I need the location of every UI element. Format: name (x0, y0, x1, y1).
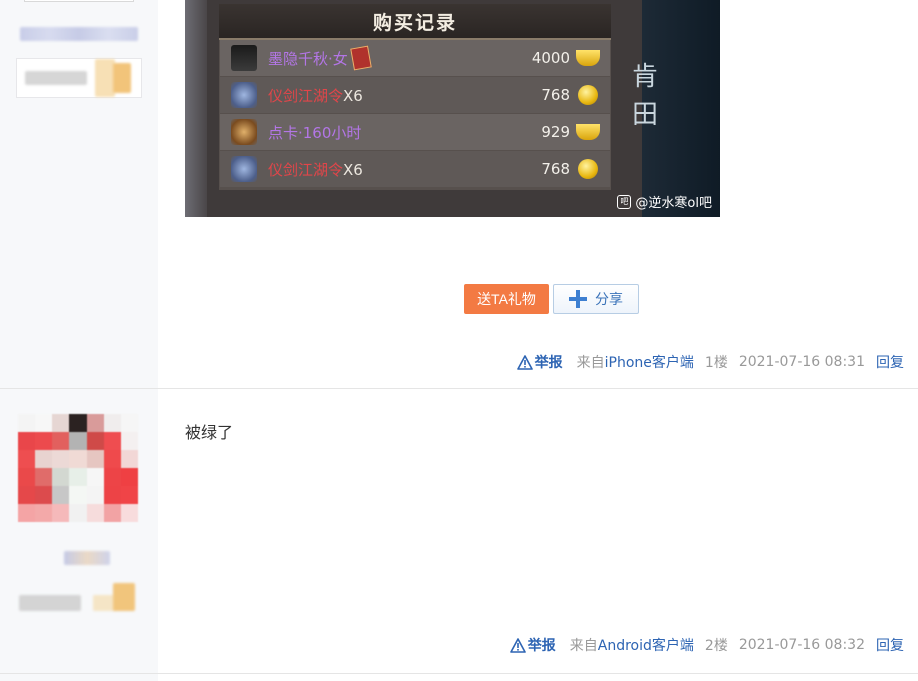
post-divider (0, 388, 918, 389)
item-name: 仪剑江湖令 (268, 160, 344, 179)
watermark-text: @逆水寒ol吧 (635, 196, 712, 211)
purchase-record-screenshot[interactable]: 肯 田 购买记录 墨隐千秋·女 4000 仪剑江湖令X6 768 点卡·160小… (185, 0, 720, 217)
token-icon (231, 156, 257, 182)
item-name: 点卡·160小时 (268, 123, 362, 142)
ingot-icon (576, 124, 600, 140)
avatar-frame[interactable] (24, 0, 134, 2)
purchase-row: 点卡·160小时 929 (220, 114, 610, 150)
report-link[interactable]: 举报 (509, 635, 556, 655)
item-quantity: X6 (343, 86, 363, 105)
report-label: 举报 (534, 355, 563, 371)
item-name: 墨隐千秋·女 (268, 49, 348, 68)
share-label: 分享 (595, 291, 623, 307)
coin-icon (578, 85, 598, 105)
item-price: 4000 (531, 49, 570, 67)
client-link[interactable]: iPhone客户端 (605, 355, 694, 371)
item-price: 768 (541, 86, 570, 104)
warning-icon (516, 354, 533, 370)
floor-number: 1楼 (704, 355, 728, 371)
post-content: 被绿了 (185, 423, 234, 442)
point-card-icon (231, 119, 257, 145)
post-meta-floor-1: 举报 来自iPhone客户端 1楼 2021-07-16 08:31 回复 (516, 352, 904, 372)
side-glyph: 田 (631, 100, 658, 130)
client-source: 来自Android客户端 (569, 638, 694, 654)
level-badge-blurred (16, 576, 142, 616)
post-time: 2021-07-16 08:32 (738, 637, 865, 653)
avatar[interactable] (18, 414, 138, 522)
report-link[interactable]: 举报 (516, 352, 563, 372)
item-quantity: X6 (343, 160, 363, 179)
purchase-row: 墨隐千秋·女 4000 (220, 40, 610, 76)
tag-icon (350, 45, 372, 71)
post-divider (0, 673, 918, 674)
reply-link[interactable]: 回复 (876, 635, 904, 655)
token-icon (231, 82, 257, 108)
plus-icon (569, 290, 587, 308)
send-gift-button[interactable]: 送TA礼物 (464, 284, 549, 314)
post-meta-floor-2: 举报 来自Android客户端 2楼 2021-07-16 08:32 回复 (509, 635, 904, 655)
floor-number: 2楼 (704, 638, 728, 654)
item-price: 768 (541, 160, 570, 178)
warning-icon (509, 637, 526, 653)
report-label: 举报 (527, 638, 556, 654)
purchase-panel: 购买记录 墨隐千秋·女 4000 仪剑江湖令X6 768 点卡·160小时 92… (219, 4, 611, 190)
username-blurred[interactable] (64, 551, 110, 565)
level-badge-blurred (16, 58, 142, 98)
costume-icon (231, 45, 257, 71)
client-source: 来自iPhone客户端 (576, 355, 694, 371)
client-link[interactable]: Android客户端 (598, 638, 694, 654)
reply-link[interactable]: 回复 (876, 352, 904, 372)
item-price: 929 (541, 123, 570, 141)
purchase-row: 仪剑江湖令X6 768 (220, 77, 610, 113)
tieba-logo-icon: 吧 (617, 194, 632, 209)
panel-title: 购买记录 (219, 4, 611, 40)
post-time: 2021-07-16 08:31 (738, 354, 865, 370)
username-blurred[interactable] (20, 27, 138, 41)
coin-icon (578, 159, 598, 179)
item-name: 仪剑江湖令 (268, 86, 344, 105)
author-sidebar (0, 0, 158, 681)
image-watermark: 吧 @逆水寒ol吧 (617, 192, 712, 211)
share-button[interactable]: 分享 (553, 284, 639, 314)
ingot-icon (576, 50, 600, 66)
side-glyph: 肯 (631, 62, 658, 92)
purchase-row: 仪剑江湖令X6 768 (220, 151, 610, 187)
